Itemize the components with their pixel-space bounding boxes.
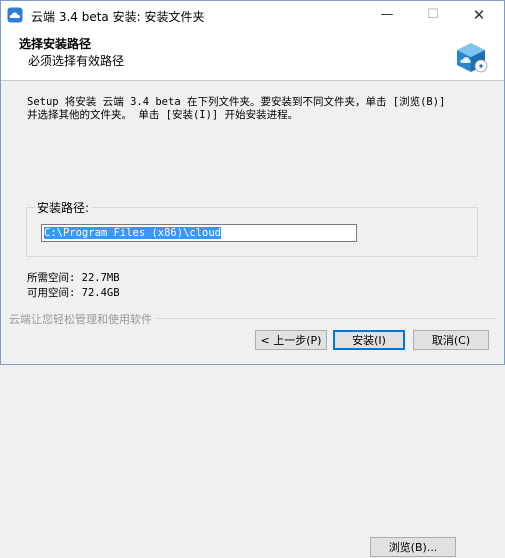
minimize-button[interactable]: —: [364, 1, 410, 30]
install-button[interactable]: 安装(I): [333, 330, 405, 350]
cloud-box-icon: [457, 43, 488, 73]
required-space-text: 所需空间: 22.7MB: [27, 272, 120, 284]
title-bar: 云端 3.4 beta 安装: 安装文件夹 — ☐ ✕: [1, 1, 504, 30]
cancel-button[interactable]: 取消(C): [413, 330, 489, 350]
wizard-header: 选择安装路径 必须选择有效路径: [1, 30, 504, 81]
description-line-1: Setup 将安装 云端 3.4 beta 在下列文件夹。要安装到不同文件夹，单…: [27, 96, 446, 108]
installer-window: 云端 3.4 beta 安装: 安装文件夹 — ☐ ✕ 选择安装路径 必须选择有…: [0, 0, 505, 557]
maximize-button[interactable]: ☐: [410, 1, 456, 30]
app-cloud-icon: [7, 7, 23, 23]
install-path-label: 安装路径:: [35, 199, 92, 216]
window-title: 云端 3.4 beta 安装: 安装文件夹: [31, 10, 205, 24]
browse-button[interactable]: 浏览(B)...: [370, 537, 456, 557]
back-button[interactable]: < 上一步(P): [255, 330, 327, 350]
close-button[interactable]: ✕: [456, 1, 502, 30]
description-line-2: 并选择其他的文件夹。 单击 [安装(I)] 开始安装进程。: [27, 109, 299, 121]
install-path-input[interactable]: C:\Program Files (x86)\cloud: [41, 224, 357, 242]
install-path-value: C:\Program Files (x86)\cloud: [44, 227, 222, 239]
brand-text: 云端让您轻松管理和使用软件: [9, 311, 156, 327]
install-path-group: 安装路径: C:\Program Files (x86)\cloud 浏览(B)…: [26, 199, 478, 557]
available-space-text: 可用空间: 72.4GB: [27, 287, 120, 299]
page-subtitle: 必须选择有效路径: [28, 54, 125, 68]
description-text: Setup 将安装 云端 3.4 beta 在下列文件夹。要安装到不同文件夹，单…: [27, 96, 492, 122]
page-title: 选择安装路径: [19, 37, 92, 51]
